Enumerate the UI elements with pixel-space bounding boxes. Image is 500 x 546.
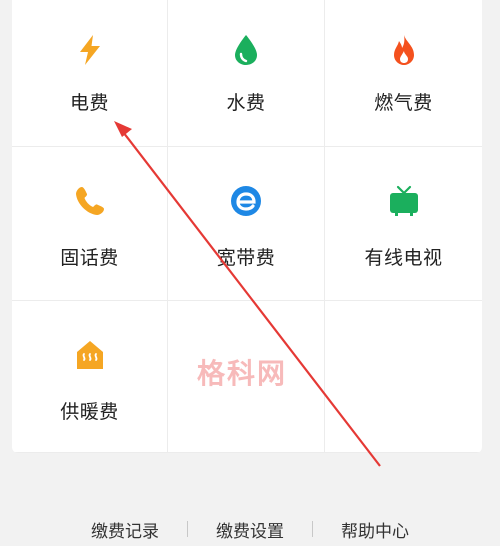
grid-item-water[interactable]: 水费 — [168, 0, 325, 147]
payment-records-link[interactable]: 缴费记录 — [63, 517, 187, 542]
grid-item-gas[interactable]: 燃气费 — [325, 0, 482, 147]
grid-item-empty — [325, 301, 482, 453]
grid-item-landline[interactable]: 固话费 — [12, 147, 168, 301]
payment-settings-link[interactable]: 缴费设置 — [188, 517, 312, 542]
grid-item-label: 电费 — [69, 92, 109, 114]
grid-item-label: 有线电视 — [364, 247, 443, 269]
phone-icon — [72, 183, 108, 219]
grid-item-label: 燃气费 — [374, 92, 433, 114]
lightning-icon — [72, 32, 108, 68]
help-center-link[interactable]: 帮助中心 — [313, 517, 437, 542]
tv-icon — [386, 183, 422, 219]
grid-item-label: 水费 — [226, 92, 266, 114]
broadband-e-icon — [228, 183, 264, 219]
payment-grid: 电费 水费 燃气费 固话费 宽带费 有线电视 供暖费 — [12, 0, 482, 453]
grid-item-label: 固话费 — [60, 247, 119, 269]
flame-icon — [386, 32, 422, 68]
grid-item-electricity[interactable]: 电费 — [12, 0, 168, 147]
heating-icon — [72, 337, 108, 373]
grid-item-label: 供暖费 — [60, 401, 119, 423]
footer-links: 缴费记录 缴费设置 帮助中心 — [0, 516, 500, 542]
grid-item-broadband[interactable]: 宽带费 — [168, 147, 325, 301]
grid-item-heating[interactable]: 供暖费 — [12, 301, 168, 453]
grid-item-empty — [168, 301, 325, 453]
water-drop-icon — [228, 32, 264, 68]
grid-item-label: 宽带费 — [216, 247, 276, 269]
grid-item-cable-tv[interactable]: 有线电视 — [325, 147, 482, 301]
